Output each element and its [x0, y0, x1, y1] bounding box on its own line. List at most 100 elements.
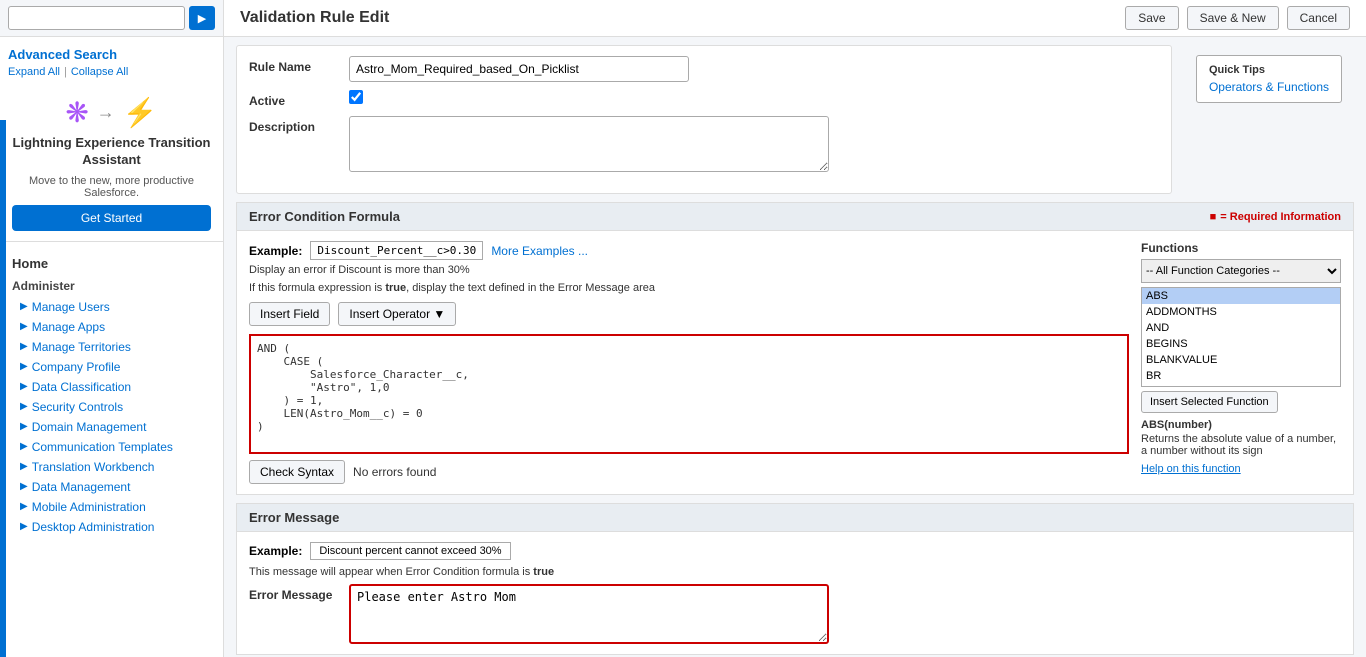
- function-item-begins[interactable]: BEGINS: [1142, 336, 1340, 352]
- active-checkbox[interactable]: [349, 90, 363, 104]
- search-go-button[interactable]: ▶: [189, 6, 215, 30]
- formula-code-area[interactable]: AND ( CASE ( Salesforce_Character__c, "A…: [249, 334, 1129, 454]
- formula-note: If this formula expression is true, disp…: [249, 282, 1129, 294]
- sidebar-item-label[interactable]: Desktop Administration: [32, 520, 155, 534]
- expand-collapse-row: Expand All | Collapse All: [0, 66, 223, 86]
- function-help-link[interactable]: Help on this function: [1141, 463, 1241, 475]
- sidebar-item-label[interactable]: Mobile Administration: [32, 500, 146, 514]
- function-item-blankvalue[interactable]: BLANKVALUE: [1142, 352, 1340, 368]
- sidebar-item-label[interactable]: Data Management: [32, 480, 131, 494]
- sidebar-item-company-profile[interactable]: ▶ Company Profile: [0, 357, 223, 377]
- arrow-icon: →: [97, 102, 115, 123]
- chevron-icon: ▶: [20, 341, 28, 352]
- error-message-input-row: Error Message: [249, 584, 1341, 644]
- promo-desc: Move to the new, more productive Salesfo…: [12, 175, 211, 199]
- collapse-all-link[interactable]: Collapse All: [71, 66, 128, 78]
- function-signature: ABS(number): [1141, 419, 1341, 431]
- sidebar-item-label[interactable]: Translation Workbench: [32, 460, 155, 474]
- function-description: Returns the absolute value of a number, …: [1141, 433, 1341, 457]
- active-label: Active: [249, 90, 349, 108]
- rule-name-input[interactable]: [349, 56, 689, 82]
- check-syntax-row: Check Syntax No errors found: [249, 460, 1129, 484]
- search-area: ▶: [0, 0, 223, 37]
- error-example-code: Discount percent cannot exceed 30%: [310, 542, 510, 560]
- sidebar-item-label[interactable]: Manage Users: [32, 300, 110, 314]
- function-item-abs[interactable]: ABS: [1142, 288, 1340, 304]
- example-code: Discount_Percent__c>0.30: [310, 241, 483, 260]
- error-message-note: This message will appear when Error Cond…: [249, 566, 1341, 578]
- function-item-br[interactable]: BR: [1142, 368, 1340, 384]
- sidebar-item-label[interactable]: Data Classification: [32, 380, 131, 394]
- error-message-title: Error Message: [249, 510, 339, 525]
- sidebar-item-domain-management[interactable]: ▶ Domain Management: [0, 417, 223, 437]
- promo-title: Lightning Experience Transition Assistan…: [12, 135, 211, 169]
- chevron-icon: ▶: [20, 301, 28, 312]
- rule-form: Rule Name Active Description: [236, 45, 1172, 194]
- save-button[interactable]: Save: [1125, 6, 1178, 30]
- chevron-icon: ▶: [20, 441, 28, 452]
- sidebar-item-label[interactable]: Domain Management: [32, 420, 147, 434]
- functions-panel: Functions -- All Function Categories -- …: [1141, 241, 1341, 484]
- nav-home[interactable]: Home: [0, 250, 223, 275]
- function-item-and[interactable]: AND: [1142, 320, 1340, 336]
- formula-left: Example: Discount_Percent__c>0.30 More E…: [249, 241, 1129, 484]
- sidebar-item-manage-apps[interactable]: ▶ Manage Apps: [0, 317, 223, 337]
- required-note-text: = Required Information: [1220, 211, 1341, 223]
- sidebar-item-translation-workbench[interactable]: ▶ Translation Workbench: [0, 457, 223, 477]
- required-note: ■ = Required Information: [1210, 211, 1341, 223]
- error-message-label: Error Message: [249, 584, 349, 602]
- sidebar-item-label[interactable]: Company Profile: [32, 360, 121, 374]
- sidebar-item-desktop-admin[interactable]: ▶ Desktop Administration: [0, 517, 223, 537]
- example-label: Example:: [249, 244, 302, 258]
- sidebar-item-label[interactable]: Manage Apps: [32, 320, 105, 334]
- insert-field-button[interactable]: Insert Field: [249, 302, 330, 326]
- chevron-icon: ▶: [20, 401, 28, 412]
- insert-selected-function-button[interactable]: Insert Selected Function: [1141, 391, 1278, 413]
- operators-functions-link[interactable]: Operators & Functions: [1209, 80, 1329, 94]
- function-item-addmonths[interactable]: ADDMONTHS: [1142, 304, 1340, 320]
- sidebar-item-security-controls[interactable]: ▶ Security Controls: [0, 397, 223, 417]
- sidebar-item-manage-users[interactable]: ▶ Manage Users: [0, 297, 223, 317]
- bolt-icon: ⚡: [123, 96, 158, 129]
- sidebar-item-label[interactable]: Security Controls: [32, 400, 123, 414]
- search-input[interactable]: [8, 6, 185, 30]
- example-desc: Display an error if Discount is more tha…: [249, 264, 1129, 276]
- functions-list[interactable]: ABS ADDMONTHS AND BEGINS BLANKVALUE BR: [1141, 287, 1341, 387]
- save-new-button[interactable]: Save & New: [1187, 6, 1279, 30]
- formula-buttons: Insert Field Insert Operator ▼: [249, 302, 1129, 326]
- sidebar-item-communication-templates[interactable]: ▶ Communication Templates: [0, 437, 223, 457]
- chevron-icon: ▶: [20, 381, 28, 392]
- advanced-search-label[interactable]: Advanced Search: [0, 37, 223, 66]
- nav-administer[interactable]: Administer: [0, 275, 223, 297]
- quick-tips-title: Quick Tips: [1209, 64, 1329, 76]
- example-row: Example: Discount_Percent__c>0.30 More E…: [249, 241, 1129, 260]
- check-syntax-button[interactable]: Check Syntax: [249, 460, 345, 484]
- flower-icon: ❋: [65, 96, 88, 129]
- main-content: Validation Rule Edit Save Save & New Can…: [224, 0, 1366, 657]
- sidebar-item-label[interactable]: Communication Templates: [32, 440, 173, 454]
- sidebar: ▶ Advanced Search Expand All | Collapse …: [0, 0, 224, 657]
- error-message-body: Example: Discount percent cannot exceed …: [237, 532, 1353, 654]
- error-example-label: Example:: [249, 544, 302, 558]
- sidebar-item-manage-territories[interactable]: ▶ Manage Territories: [0, 337, 223, 357]
- description-textarea[interactable]: [349, 116, 829, 172]
- promo-get-started-button[interactable]: Get Started: [12, 205, 211, 231]
- sidebar-item-data-management[interactable]: ▶ Data Management: [0, 477, 223, 497]
- functions-title: Functions: [1141, 241, 1341, 255]
- expand-all-link[interactable]: Expand All: [8, 66, 60, 78]
- more-examples-link[interactable]: More Examples ...: [491, 244, 588, 258]
- chevron-icon: ▶: [20, 501, 28, 512]
- chevron-icon: ▶: [20, 421, 28, 432]
- chevron-icon: ▶: [20, 521, 28, 532]
- error-message-textarea[interactable]: [349, 584, 829, 644]
- sidebar-nav: Home Administer ▶ Manage Users ▶ Manage …: [0, 242, 223, 545]
- rule-name-row: Rule Name: [249, 56, 1159, 82]
- cancel-button[interactable]: Cancel: [1287, 6, 1350, 30]
- sidebar-item-mobile-admin[interactable]: ▶ Mobile Administration: [0, 497, 223, 517]
- function-categories-dropdown[interactable]: -- All Function Categories --: [1141, 259, 1341, 283]
- error-message-section: Error Message Example: Discount percent …: [236, 503, 1354, 655]
- sidebar-item-label[interactable]: Manage Territories: [32, 340, 131, 354]
- formula-section-header: Error Condition Formula ■ = Required Inf…: [237, 203, 1353, 231]
- insert-operator-button[interactable]: Insert Operator ▼: [338, 302, 456, 326]
- sidebar-item-data-classification[interactable]: ▶ Data Classification: [0, 377, 223, 397]
